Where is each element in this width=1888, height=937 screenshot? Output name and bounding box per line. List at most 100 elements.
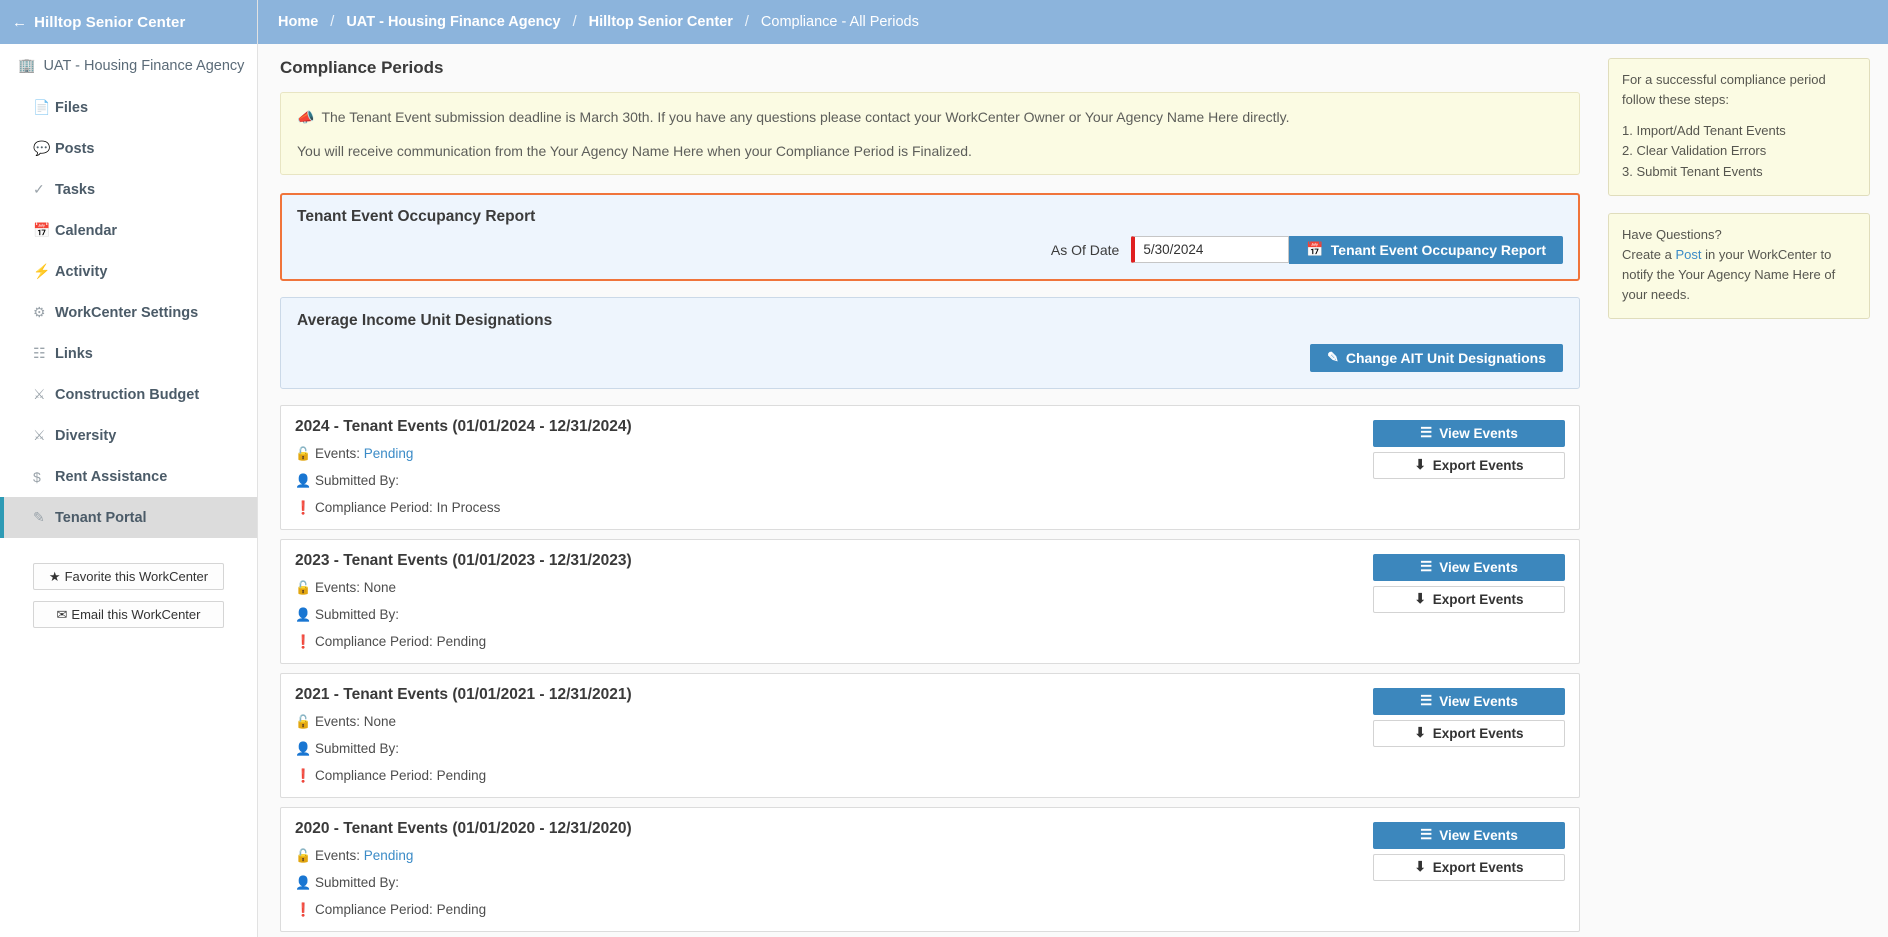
view-events-label: View Events: [1439, 827, 1518, 843]
export-events-button[interactable]: ⬇ Export Events: [1373, 451, 1565, 479]
sidebar-item-label: Calendar: [55, 222, 118, 239]
unlock-icon: 🔓: [295, 445, 312, 461]
ait-designations-title: Average Income Unit Designations: [297, 311, 553, 329]
events-label: Events:: [315, 446, 361, 462]
submitted-by-label: Submitted By:: [315, 473, 400, 489]
step-item: 2. Clear Validation Errors: [1622, 143, 1767, 159]
export-events-button[interactable]: ⬇ Export Events: [1373, 719, 1565, 747]
view-events-button[interactable]: ☰ View Events: [1373, 419, 1565, 447]
sidebar-item-diversity[interactable]: ⚔ Diversity: [0, 415, 257, 456]
comments-icon: 💬: [33, 140, 51, 156]
breadcrumb-item-home[interactable]: Home: [278, 14, 318, 30]
email-workcenter-label: Email this WorkCenter: [71, 606, 201, 622]
export-events-label: Export Events: [1432, 725, 1524, 741]
alert-line-2: You will receive communication from the …: [297, 143, 972, 160]
view-events-button[interactable]: ☰ View Events: [1373, 687, 1565, 715]
period-compliance-status: In Process: [436, 500, 501, 516]
events-label: Events:: [315, 580, 361, 596]
submitted-by-label: Submitted By:: [315, 607, 400, 623]
view-events-button[interactable]: ☰ View Events: [1373, 553, 1565, 581]
breadcrumb-separator: /: [572, 14, 577, 30]
sidebar-item-tenant-portal[interactable]: ✎ Tenant Portal: [0, 497, 257, 538]
back-arrow-icon[interactable]: ←: [12, 15, 27, 30]
period-info: 2024 - Tenant Events (01/01/2024 - 12/31…: [295, 418, 1373, 518]
export-events-label: Export Events: [1432, 457, 1524, 473]
favorite-workcenter-button[interactable]: ★ Favorite this WorkCenter: [33, 563, 224, 590]
star-icon: ★: [48, 568, 61, 584]
sitemap-icon: ☷: [33, 345, 46, 361]
compliance-label: Compliance Period:: [315, 634, 433, 650]
sidebar-item-label: Links: [55, 345, 93, 362]
questions-note-box: Have Questions? Create a Post in your Wo…: [1608, 212, 1870, 320]
download-icon: ⬇: [1414, 859, 1426, 875]
steps-note-box: For a successful compliance period follo…: [1608, 58, 1870, 196]
period-compliance-row: ❗ Compliance Period: Pending: [295, 768, 1373, 784]
period-events-row: 🔓 Events: Pending: [295, 446, 1373, 462]
questions-before-link: Create a: [1622, 246, 1676, 262]
view-events-label: View Events: [1439, 425, 1518, 441]
period-events-status: None: [363, 580, 397, 596]
export-events-label: Export Events: [1432, 591, 1524, 607]
sidebar-agency-item[interactable]: 🏢 UAT - Housing Finance Agency: [0, 44, 257, 87]
period-title: 2021 - Tenant Events (01/01/2021 - 12/31…: [295, 685, 632, 703]
period-submitted-row: 👤 Submitted By:: [295, 875, 1373, 891]
sidebar-item-workcenter-settings[interactable]: ⚙ WorkCenter Settings: [0, 292, 257, 333]
tenant-event-occupancy-report-button[interactable]: 📅 Tenant Event Occupancy Report: [1289, 235, 1563, 264]
steps-list: 1. Import/Add Tenant Events 2. Clear Val…: [1622, 121, 1856, 181]
period-compliance-row: ❗ Compliance Period: Pending: [295, 902, 1373, 918]
period-events-status[interactable]: Pending: [364, 848, 414, 863]
period-submitted-row: 👤 Submitted By:: [295, 473, 1373, 489]
period-events-status[interactable]: Pending: [364, 446, 414, 461]
post-link[interactable]: Post: [1675, 247, 1701, 262]
exclamation-icon: ❗: [295, 901, 312, 917]
unlock-icon: 🔓: [295, 713, 312, 729]
unlock-icon: 🔓: [295, 579, 312, 595]
exclamation-icon: ❗: [295, 499, 312, 515]
list-icon: ☰: [1420, 559, 1433, 575]
period-events-status: None: [363, 714, 397, 730]
view-events-button[interactable]: ☰ View Events: [1373, 821, 1565, 849]
breadcrumb-separator: /: [744, 14, 749, 30]
envelope-icon: ✉: [56, 606, 68, 622]
period-events-row: 🔓 Events: Pending: [295, 848, 1373, 864]
favorite-workcenter-label: Favorite this WorkCenter: [64, 568, 209, 584]
page-title: Compliance Periods: [280, 58, 444, 77]
sidebar-item-calendar[interactable]: 📅 Calendar: [0, 210, 257, 251]
change-ait-unit-designations-button[interactable]: ✎ Change AIT Unit Designations: [1310, 343, 1563, 372]
compliance-label: Compliance Period:: [315, 902, 433, 918]
sidebar-item-files[interactable]: 📄 Files: [0, 87, 257, 128]
submitted-by-label: Submitted By:: [315, 741, 400, 757]
sidebar-item-posts[interactable]: 💬 Posts: [0, 128, 257, 169]
sidebar-item-construction-budget[interactable]: ⚔ Construction Budget: [0, 374, 257, 415]
submitted-by-label: Submitted By:: [315, 875, 400, 891]
period-title: 2020 - Tenant Events (01/01/2020 - 12/31…: [295, 819, 632, 837]
view-events-label: View Events: [1439, 693, 1518, 709]
as-of-date-input[interactable]: [1131, 236, 1290, 264]
user-icon: 👤: [295, 606, 312, 622]
gear-icon: ⚙: [33, 304, 46, 320]
breadcrumb-item-current: Compliance - All Periods: [760, 14, 919, 30]
export-events-button[interactable]: ⬇ Export Events: [1373, 853, 1565, 881]
period-compliance-status: Pending: [436, 902, 487, 918]
compliance-label: Compliance Period:: [315, 500, 433, 516]
sidebar-item-label: Construction Budget: [55, 386, 200, 403]
sidebar-item-label: Files: [55, 99, 89, 116]
period-actions: ☰ View Events ⬇ Export Events: [1373, 821, 1565, 881]
period-actions: ☰ View Events ⬇ Export Events: [1373, 687, 1565, 747]
sidebar-item-links[interactable]: ☷ Links: [0, 333, 257, 374]
period-actions: ☰ View Events ⬇ Export Events: [1373, 419, 1565, 479]
period-compliance-row: ❗ Compliance Period: In Process: [295, 500, 1373, 516]
email-workcenter-button[interactable]: ✉ Email this WorkCenter: [33, 601, 224, 628]
breadcrumb: Home / UAT - Housing Finance Agency / Hi…: [258, 0, 1888, 44]
table-row: 2021 - Tenant Events (01/01/2021 - 12/31…: [280, 672, 1580, 798]
breadcrumb-item-workcenter[interactable]: Hilltop Senior Center: [589, 14, 733, 30]
breadcrumb-item-agency[interactable]: UAT - Housing Finance Agency: [346, 14, 560, 30]
sidebar-item-label: WorkCenter Settings: [55, 304, 199, 321]
sidebar-item-activity[interactable]: ⚡ Activity: [0, 251, 257, 292]
sidebar-item-label: Diversity: [55, 427, 117, 444]
sidebar-item-tasks[interactable]: ✓ Tasks: [0, 169, 257, 210]
sidebar-header[interactable]: ← Hilltop Senior Center: [0, 0, 257, 44]
sidebar-item-rent-assistance[interactable]: $ Rent Assistance: [0, 456, 257, 497]
export-events-button[interactable]: ⬇ Export Events: [1373, 585, 1565, 613]
period-info: 2021 - Tenant Events (01/01/2021 - 12/31…: [295, 686, 1373, 786]
